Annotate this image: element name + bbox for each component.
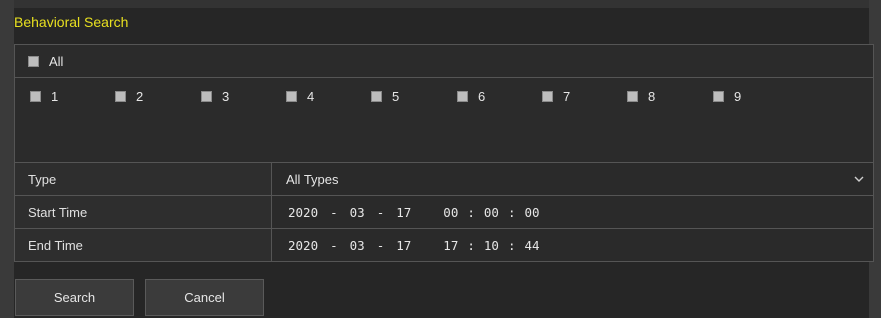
channel-checkbox-2[interactable]: 2 [115, 89, 143, 104]
checkbox-icon[interactable] [201, 91, 212, 102]
channel-checkbox-3[interactable]: 3 [201, 89, 229, 104]
checkbox-icon[interactable] [713, 91, 724, 102]
checkbox-icon[interactable] [457, 91, 468, 102]
channel-label: 9 [734, 89, 742, 104]
end-time-row: End Time 2020 - 03 - 17 17 : 10 : 44 [15, 228, 873, 261]
start-second[interactable]: 00 [524, 205, 539, 220]
channel-checkbox-4[interactable]: 4 [286, 89, 314, 104]
all-channels-row: All [15, 45, 873, 78]
start-year[interactable]: 2020 [288, 205, 318, 220]
start-minute[interactable]: 00 [484, 205, 499, 220]
type-select-value: All Types [286, 171, 339, 187]
end-time-label: End Time [15, 229, 272, 261]
channel-checkbox-7[interactable]: 7 [542, 89, 570, 104]
channel-selection-panel: All 1 2 3 4 5 6 7 8 9 [14, 44, 874, 164]
time-separator: : [467, 204, 475, 220]
time-separator: : [507, 237, 516, 253]
type-row: Type All Types [15, 162, 873, 195]
end-hour[interactable]: 17 [443, 238, 458, 253]
end-year[interactable]: 2020 [288, 238, 318, 253]
cancel-button[interactable]: Cancel [145, 279, 264, 316]
type-label: Type [15, 163, 272, 195]
channel-checkbox-9[interactable]: 9 [713, 89, 741, 104]
channel-checkbox-5[interactable]: 5 [371, 89, 399, 104]
channel-checkbox-8[interactable]: 8 [627, 89, 655, 104]
end-day[interactable]: 17 [396, 238, 411, 253]
date-separator: - [330, 237, 338, 253]
channel-checkbox-6[interactable]: 6 [457, 89, 485, 104]
channel-label: 6 [478, 89, 486, 104]
chevron-down-icon[interactable] [853, 174, 865, 184]
search-button[interactable]: Search [15, 279, 134, 316]
checkbox-icon[interactable] [371, 91, 382, 102]
channel-label: 8 [648, 89, 656, 104]
channel-label: 7 [563, 89, 571, 104]
time-separator: : [467, 237, 475, 253]
date-separator: - [376, 204, 385, 220]
search-filter-table: Type All Types Start Time 2020 - 03 - 17… [14, 162, 874, 262]
channel-label: 4 [307, 89, 315, 104]
channel-label: 5 [392, 89, 400, 104]
checkbox-icon[interactable] [286, 91, 297, 102]
checkbox-icon[interactable] [115, 91, 126, 102]
start-time-input[interactable]: 2020 - 03 - 17 00 : 00 : 00 [272, 196, 873, 228]
type-select[interactable]: All Types [272, 163, 873, 195]
date-separator: - [330, 204, 338, 220]
checkbox-icon[interactable] [627, 91, 638, 102]
start-month[interactable]: 03 [350, 205, 365, 220]
page-title: Behavioral Search [14, 14, 129, 30]
checkbox-icon[interactable] [28, 56, 39, 67]
start-hour[interactable]: 00 [443, 205, 458, 220]
date-separator: - [376, 237, 385, 253]
start-day[interactable]: 17 [396, 205, 411, 220]
checkbox-icon[interactable] [542, 91, 553, 102]
time-separator: : [507, 204, 516, 220]
start-time-label: Start Time [15, 196, 272, 228]
top-strip [0, 0, 881, 8]
end-second[interactable]: 44 [524, 238, 539, 253]
channel-checkbox-1[interactable]: 1 [30, 89, 58, 104]
end-minute[interactable]: 10 [484, 238, 499, 253]
end-time-input[interactable]: 2020 - 03 - 17 17 : 10 : 44 [272, 229, 873, 261]
channel-label: 1 [51, 89, 59, 104]
channel-label: 3 [222, 89, 230, 104]
channel-label: 2 [136, 89, 144, 104]
all-channels-label: All [49, 54, 64, 69]
left-strip [0, 0, 14, 318]
all-channels-checkbox[interactable]: All [28, 54, 63, 69]
start-time-row: Start Time 2020 - 03 - 17 00 : 00 : 00 [15, 195, 873, 228]
end-month[interactable]: 03 [350, 238, 365, 253]
checkbox-icon[interactable] [30, 91, 41, 102]
